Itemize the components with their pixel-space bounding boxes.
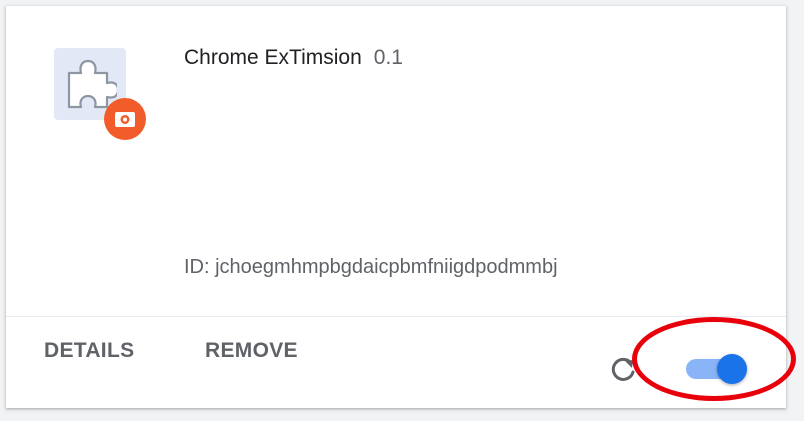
remove-button[interactable]: REMOVE (205, 339, 298, 363)
toggle-knob (717, 354, 747, 384)
reload-icon (611, 357, 635, 381)
extension-title: Chrome ExTimsion 0.1 (184, 46, 403, 70)
extension-card: Chrome ExTimsion 0.1 ID: jchoegmhmpbgdaic… (6, 6, 786, 408)
camera-badge-icon (104, 98, 146, 140)
enable-toggle[interactable] (686, 354, 747, 384)
extension-name: Chrome ExTimsion (184, 46, 362, 69)
reload-button[interactable] (606, 352, 640, 386)
extension-version: 0.1 (373, 46, 403, 69)
extension-icon (54, 48, 150, 144)
card-divider (6, 316, 786, 317)
details-button[interactable]: DETAILS (44, 339, 134, 363)
extension-id: ID: jchoegmhmpbgdaicpbmfniigdpodmmbj (184, 256, 558, 278)
